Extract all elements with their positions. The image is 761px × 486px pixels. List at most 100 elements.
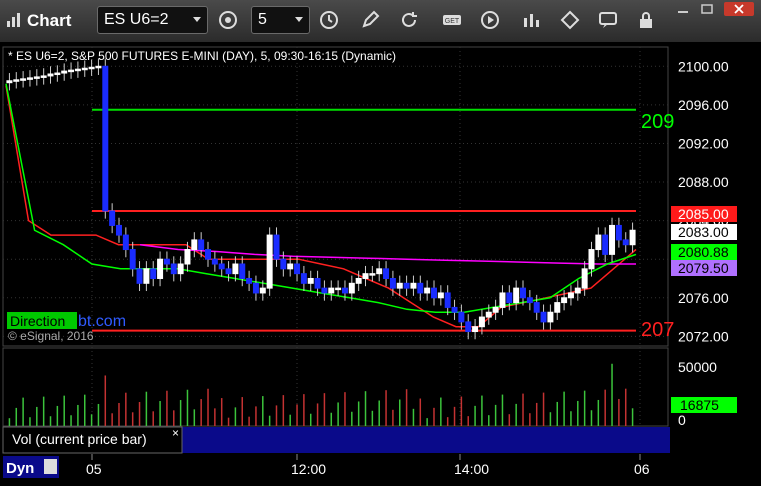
candle-body [122, 234, 129, 251]
lock-button[interactable] [634, 8, 658, 32]
candle-body [33, 76, 40, 79]
candle-body [383, 268, 390, 279]
interval-value: 5 [258, 11, 267, 28]
candle-body [417, 282, 424, 294]
candle-body [184, 249, 191, 265]
candle-body [61, 70, 68, 74]
get-data-button[interactable]: GET [440, 8, 464, 32]
study-label: Vol (current price bar) [12, 431, 147, 447]
candle-body [198, 239, 205, 251]
time-tick-label: 06 [634, 461, 650, 477]
candle-body [403, 282, 410, 289]
chevron-down-icon [295, 17, 303, 22]
candle-body [547, 311, 554, 323]
chart-type-button[interactable] [519, 8, 543, 32]
refresh-icon [402, 12, 417, 27]
comment-icon [599, 12, 617, 28]
candle-body [492, 306, 499, 313]
price-tick-label: 2088.00 [678, 174, 729, 190]
candle-body [225, 268, 232, 275]
candle-body [581, 268, 588, 289]
candle-body [335, 287, 342, 291]
symbol-value: ES U6=2 [104, 11, 169, 28]
candle-body [88, 66, 95, 70]
candle-body [102, 65, 109, 212]
play-button[interactable] [478, 8, 502, 32]
interval-selector[interactable]: 5 [251, 6, 310, 34]
candle-body [622, 239, 629, 246]
candle-body [567, 292, 574, 299]
candle-body [526, 297, 533, 304]
candle-body [348, 282, 355, 294]
price-chart[interactable]: * ES U6=2, S&P 500 FUTURES E-MINI (DAY),… [0, 42, 761, 481]
candle-body [74, 68, 81, 72]
get-icon: GET [443, 15, 461, 25]
symbol-selector[interactable]: ES U6=2 [97, 6, 208, 34]
red-line-value: 2085.00 [678, 206, 729, 222]
pencil-icon [362, 10, 380, 28]
candle-body [13, 79, 20, 82]
candle-body [157, 258, 164, 279]
candle-body [533, 302, 540, 313]
candle-body [314, 277, 321, 289]
candle-body [472, 326, 479, 333]
candle-body [20, 78, 27, 81]
candle-body [252, 282, 259, 294]
time-tick-label: 12:00 [291, 461, 326, 477]
watermark-right: bt.com [78, 313, 126, 330]
candle-body [40, 75, 47, 78]
study-bar [182, 427, 670, 453]
candle-body [273, 234, 280, 260]
green-line-value: 2080.88 [678, 244, 729, 260]
candle-body [362, 273, 369, 279]
draw-tool-button[interactable] [358, 8, 382, 32]
candle-body [615, 224, 622, 241]
candle-body [246, 277, 253, 284]
candle-body [294, 263, 301, 275]
dyn-icon [44, 459, 57, 474]
symbol-settings-button[interactable] [216, 8, 240, 32]
volume-tick: 50000 [678, 359, 717, 375]
study-close-icon[interactable]: × [172, 426, 179, 440]
candle-body [341, 287, 348, 294]
comment-button[interactable] [596, 8, 620, 32]
candle-body [280, 258, 287, 270]
link-button[interactable] [558, 8, 582, 32]
candle-body [506, 292, 513, 304]
candle-body [115, 224, 122, 236]
candle-body [136, 268, 143, 284]
candle-body [376, 268, 383, 275]
candle-body [26, 77, 33, 80]
maximize-button[interactable] [696, 2, 718, 16]
main-toolbar: Chart ES U6=2 5 GET [0, 0, 761, 43]
candle-body [574, 287, 581, 294]
bar-chart-icon [524, 14, 539, 27]
refresh-button[interactable] [397, 8, 421, 32]
candle-body [321, 287, 328, 294]
minimize-button[interactable] [672, 2, 694, 16]
candle-body [499, 292, 506, 308]
copyright-text: © eSignal, 2016 [8, 329, 94, 343]
window-title: Chart [27, 11, 72, 30]
chart-area[interactable]: * ES U6=2, S&P 500 FUTURES E-MINI (DAY),… [0, 42, 761, 481]
last-price-value: 2083.00 [678, 224, 729, 240]
candle-body [81, 67, 88, 71]
candle-body [163, 258, 170, 265]
candle-body [218, 263, 225, 270]
candle-body [609, 224, 616, 255]
candle-body [95, 65, 102, 69]
candle-body [520, 287, 527, 299]
minimize-icon [678, 11, 688, 13]
candle-body [478, 316, 485, 328]
maximize-icon [701, 4, 713, 14]
volume-zero: 0 [678, 412, 686, 428]
close-button[interactable] [724, 2, 754, 16]
candle-body [629, 229, 636, 246]
gear-icon [219, 11, 237, 29]
volume-pane[interactable] [2, 347, 669, 427]
candle-body [232, 263, 239, 275]
time-settings-button[interactable] [317, 8, 341, 32]
candle-body [540, 311, 547, 323]
candle-body [109, 210, 116, 226]
candle-body [177, 263, 184, 275]
